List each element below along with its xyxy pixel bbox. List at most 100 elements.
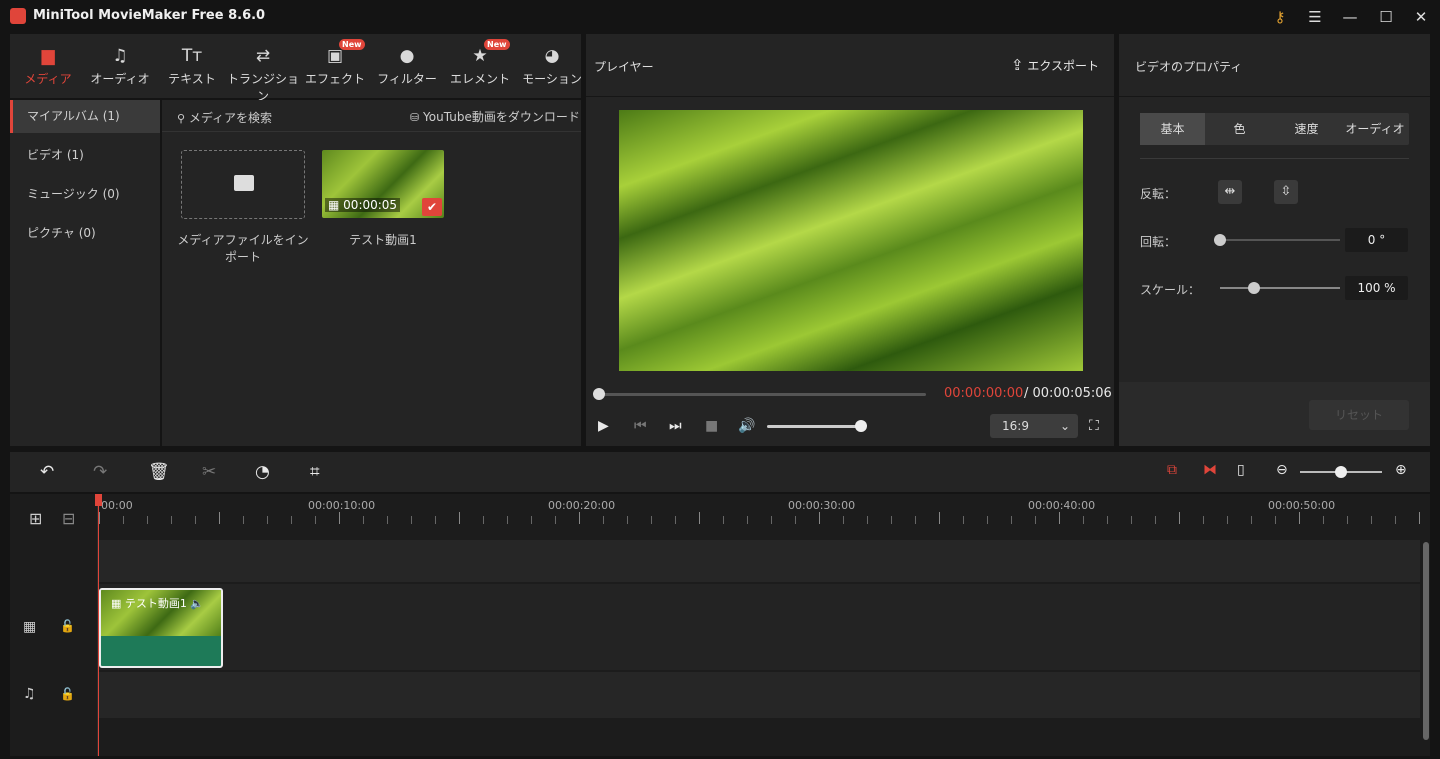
playhead-handle[interactable] <box>95 494 102 506</box>
app-logo-icon <box>10 8 26 24</box>
search-icon: ⚲ <box>177 112 186 125</box>
scale-slider[interactable] <box>1220 287 1340 289</box>
scissors-icon[interactable]: ✂ <box>202 462 216 482</box>
export-button[interactable]: ⇪ エクスポート <box>1011 56 1099 74</box>
media-thumbnail[interactable]: ▦ 00:00:05 ✔ <box>322 150 444 218</box>
play-button[interactable]: ▶ <box>598 418 609 434</box>
tab-speed[interactable]: 速度 <box>1274 113 1339 145</box>
import-media-button[interactable] <box>181 150 305 219</box>
tab-text[interactable]: Tт テキスト <box>156 34 228 98</box>
ruler-tick <box>819 512 820 524</box>
speed-icon[interactable]: ◔ <box>255 462 270 482</box>
ruler-tick <box>291 516 292 524</box>
lock-icon[interactable]: 🔓 <box>60 687 75 701</box>
properties-tabs: 基本 色 速度 オーディオ <box>1140 113 1409 145</box>
ruler-tick <box>1227 516 1228 524</box>
ruler-tick <box>1011 516 1012 524</box>
volume-icon[interactable]: 🔊 <box>738 418 755 434</box>
media-search[interactable]: ⚲ メディアを検索 <box>177 109 272 126</box>
upload-icon: ⇪ <box>1011 56 1024 74</box>
minimize-button[interactable]: — <box>1339 6 1361 28</box>
fit-icon[interactable]: ▯ <box>1237 462 1245 478</box>
scale-value[interactable]: 100 % <box>1345 276 1408 300</box>
flip-label: 反転： <box>1140 187 1177 201</box>
ruler-tick <box>99 512 100 524</box>
split-marker-icon[interactable]: ⧓ <box>1203 462 1217 478</box>
redo-icon[interactable]: ↷ <box>93 462 107 482</box>
audio-track <box>10 672 1420 718</box>
tab-color[interactable]: 色 <box>1207 113 1272 145</box>
ruler-tick <box>171 516 172 524</box>
ruler-tick <box>1347 516 1348 524</box>
album-item-music[interactable]: ミュージック (0) <box>10 178 160 211</box>
menu-icon[interactable]: ☰ <box>1304 6 1326 28</box>
rotate-handle[interactable] <box>1214 234 1226 246</box>
ruler-tick <box>195 516 196 524</box>
flip-horizontal-icon[interactable]: ⇹ <box>1218 180 1242 204</box>
ruler-tick <box>675 516 676 524</box>
tab-element[interactable]: ★ New エレメント <box>444 34 516 98</box>
tab-transition[interactable]: ⇄ トランジション <box>227 34 299 103</box>
ruler-tick <box>1371 516 1372 524</box>
timeline-ruler[interactable]: 00:00 00:00:10:00 00:00:20:00 00:00:30:0… <box>99 494 1420 530</box>
ruler-label: 00:00:50:00 <box>1268 499 1336 512</box>
key-icon[interactable]: ⚷ <box>1269 6 1291 28</box>
flip-vertical-icon[interactable]: ⇳ <box>1274 180 1298 204</box>
ruler-tick <box>1299 512 1300 524</box>
player-title: プレイヤー <box>594 60 654 74</box>
timeline-toolbar: ↶ ↷ 🗑 ✂ ◔ ⌗ ⧉ ⧓ ▯ ⊖ ⊕ <box>10 452 1430 492</box>
close-button[interactable]: ✕ <box>1410 6 1432 28</box>
youtube-download-link[interactable]: ⛁ YouTube動画をダウンロード <box>410 108 580 125</box>
ruler-tick <box>555 516 556 524</box>
tab-filter[interactable]: ● フィルター <box>371 34 443 98</box>
vertical-scrollbar[interactable] <box>1423 542 1429 740</box>
checkmark-icon: ✔ <box>422 198 442 216</box>
prev-frame-button[interactable]: ⏮ <box>634 418 647 434</box>
undo-icon[interactable]: ↶ <box>40 462 54 482</box>
tab-audio-props[interactable]: オーディオ <box>1341 113 1409 145</box>
ruler-tick <box>1131 516 1132 524</box>
tab-effect[interactable]: ▣ New エフェクト <box>299 34 371 98</box>
ruler-tick <box>603 516 604 524</box>
ruler-tick <box>267 516 268 524</box>
scale-handle[interactable] <box>1247 282 1260 294</box>
zoom-out-icon[interactable]: ⊖ <box>1276 462 1288 478</box>
volume-slider[interactable] <box>767 425 861 428</box>
ruler-tick <box>1251 516 1252 524</box>
track-headers: ⊞ ⊟ ▦ 🔓 ♫ 🔓 <box>10 494 98 756</box>
aspect-ratio-select[interactable]: 16:9 ⌄ <box>990 414 1078 438</box>
next-frame-button[interactable]: ⏭ <box>669 418 682 434</box>
volume-handle[interactable] <box>855 420 867 432</box>
add-track-icon[interactable]: ⊞ <box>29 509 42 528</box>
tab-basic[interactable]: 基本 <box>1140 113 1205 145</box>
media-panel: ⚲ メディアを検索 ⛁ YouTube動画をダウンロード メディアファイルをイン… <box>162 100 581 446</box>
ruler-tick <box>699 512 700 524</box>
album-item-my-album[interactable]: マイアルバム (1) <box>10 100 160 133</box>
tab-media[interactable]: ▆ メディア <box>12 34 84 98</box>
tab-audio[interactable]: ♫ オーディオ <box>84 34 156 98</box>
lock-icon[interactable]: 🔓 <box>60 619 75 633</box>
album-item-video[interactable]: ビデオ (1) <box>10 139 160 172</box>
reset-button[interactable]: リセット <box>1309 400 1409 430</box>
fullscreen-icon[interactable]: ⛶ <box>1089 418 1099 434</box>
zoom-handle[interactable] <box>1335 466 1347 478</box>
snap-icon[interactable]: ⧉ <box>1167 462 1177 478</box>
rotate-value[interactable]: 0 ° <box>1345 228 1408 252</box>
seek-handle[interactable] <box>593 388 605 400</box>
timeline-clip[interactable]: ▦ テスト動画1 🔈 <box>99 588 223 668</box>
maximize-button[interactable]: ☐ <box>1375 6 1397 28</box>
album-item-picture[interactable]: ピクチャ (0) <box>10 217 160 250</box>
delete-icon[interactable]: 🗑 <box>148 462 170 482</box>
rotate-slider[interactable] <box>1220 239 1340 241</box>
playhead[interactable] <box>98 494 99 756</box>
crop-icon[interactable]: ⌗ <box>310 462 320 482</box>
swap-arrows-icon: ⇄ <box>255 46 271 66</box>
divider <box>162 131 581 132</box>
zoom-in-icon[interactable]: ⊕ <box>1395 462 1407 478</box>
rotate-label: 回転： <box>1140 235 1177 249</box>
seek-bar[interactable] <box>599 393 926 396</box>
stop-button[interactable]: ■ <box>705 418 718 434</box>
tab-motion[interactable]: ◕ モーション <box>516 34 588 98</box>
remove-track-icon[interactable]: ⊟ <box>62 509 75 528</box>
ruler-tick <box>843 516 844 524</box>
